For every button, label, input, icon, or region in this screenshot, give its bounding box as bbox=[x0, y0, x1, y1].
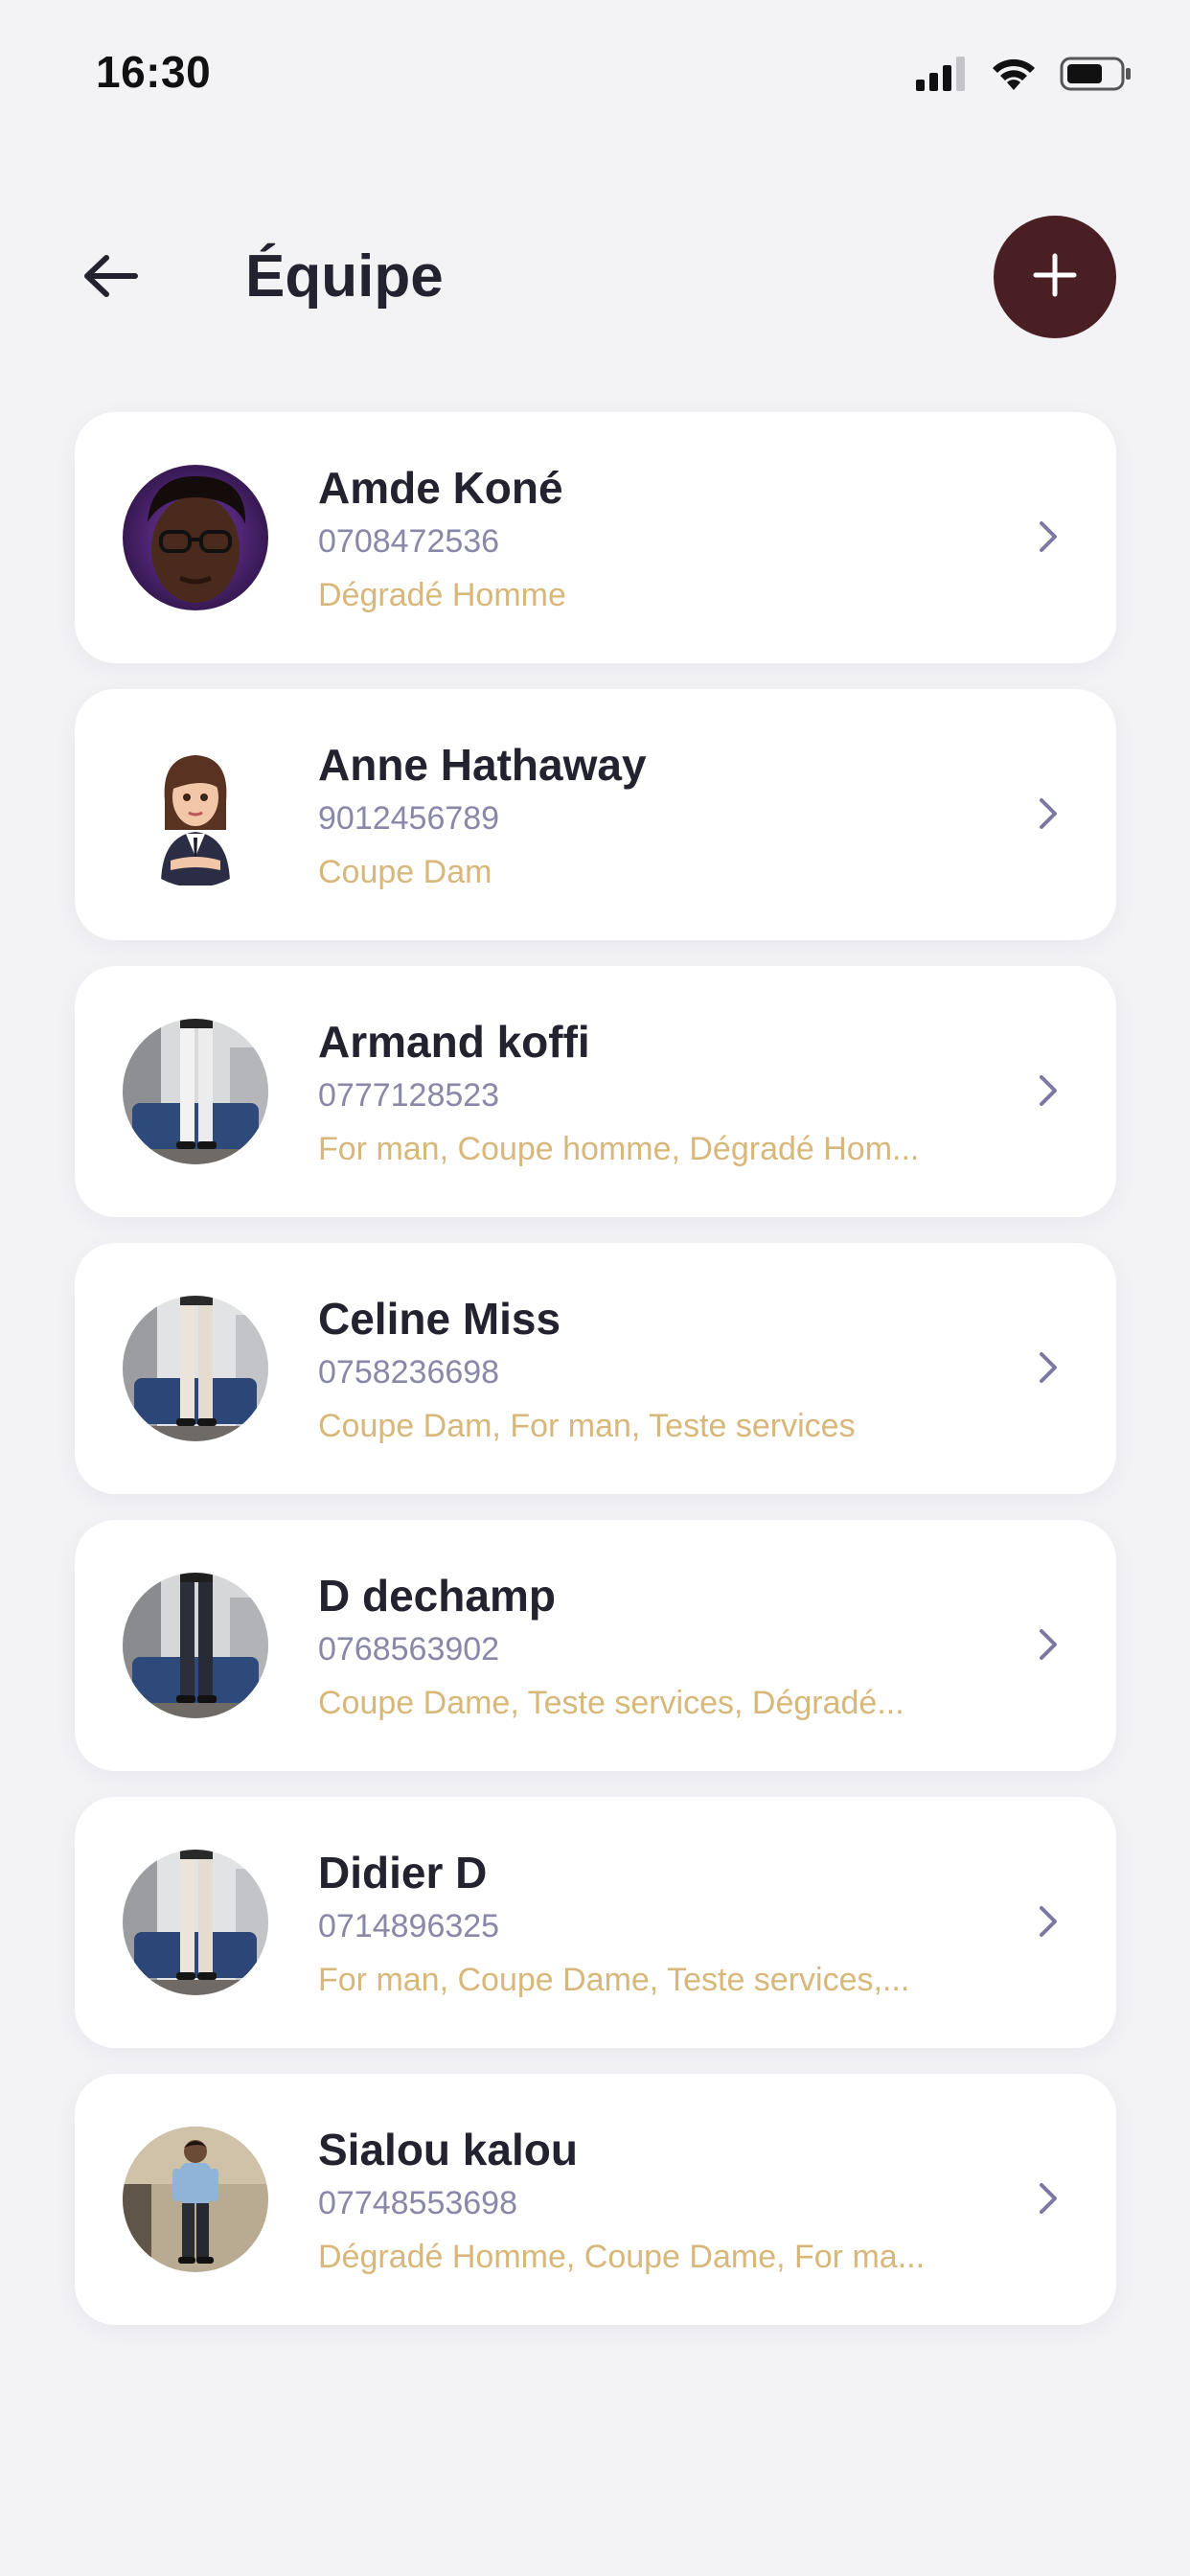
member-phone: 0768563902 bbox=[318, 1631, 500, 1668]
battery-icon bbox=[1060, 56, 1133, 97]
member-phone: 07748553698 bbox=[318, 2185, 518, 2221]
member-services: Coupe Dam, For man, Teste services bbox=[318, 1408, 856, 1444]
member-services: Coupe Dame, Teste services, Dégradé... bbox=[318, 1685, 904, 1721]
back-button[interactable] bbox=[75, 242, 146, 313]
arrow-left-icon bbox=[81, 252, 139, 305]
member-phone: 0708472536 bbox=[318, 523, 500, 560]
avatar bbox=[123, 465, 268, 610]
team-member-card[interactable]: Celine Miss 0758236698 Coupe Dam, For ma… bbox=[75, 1243, 1116, 1494]
team-member-card[interactable]: Amde Koné 0708472536 Dégradé Homme bbox=[75, 412, 1116, 663]
member-services: For man, Coupe homme, Dégradé Hom... bbox=[318, 1131, 920, 1167]
member-phone: 0714896325 bbox=[318, 1908, 500, 1944]
plus-icon bbox=[1033, 253, 1077, 302]
team-list: Amde Koné 0708472536 Dégradé Homme Anne … bbox=[75, 412, 1116, 2351]
page-title: Équipe bbox=[245, 243, 444, 310]
chevron-right-icon bbox=[1028, 1902, 1066, 1941]
avatar bbox=[123, 742, 268, 887]
member-name: Anne Hathaway bbox=[318, 740, 647, 790]
status-bar: 16:30 bbox=[0, 0, 1190, 153]
chevron-right-icon bbox=[1028, 1071, 1066, 1110]
chevron-right-icon bbox=[1028, 1625, 1066, 1664]
add-member-button[interactable] bbox=[994, 216, 1116, 338]
member-name: D dechamp bbox=[318, 1571, 556, 1621]
member-name: Armand koffi bbox=[318, 1017, 590, 1067]
member-services: Dégradé Homme, Coupe Dame, For ma... bbox=[318, 2239, 926, 2275]
member-services: Coupe Dam bbox=[318, 854, 492, 890]
avatar bbox=[123, 1850, 268, 1995]
chevron-right-icon bbox=[1028, 518, 1066, 556]
signal-icon bbox=[916, 57, 968, 96]
avatar bbox=[123, 1296, 268, 1441]
member-services: Dégradé Homme bbox=[318, 577, 566, 613]
member-phone: 0758236698 bbox=[318, 1354, 500, 1391]
team-member-card[interactable]: D dechamp 0768563902 Coupe Dame, Teste s… bbox=[75, 1520, 1116, 1771]
team-member-card[interactable]: Armand koffi 0777128523 For man, Coupe h… bbox=[75, 966, 1116, 1217]
team-member-card[interactable]: Anne Hathaway 9012456789 Coupe Dam bbox=[75, 689, 1116, 940]
wifi-icon bbox=[989, 56, 1039, 97]
member-name: Sialou kalou bbox=[318, 2125, 578, 2174]
member-name: Didier D bbox=[318, 1848, 488, 1898]
member-services: For man, Coupe Dame, Teste services,... bbox=[318, 1962, 910, 1998]
avatar bbox=[123, 2127, 268, 2272]
chevron-right-icon bbox=[1028, 1348, 1066, 1387]
chevron-right-icon bbox=[1028, 794, 1066, 833]
member-phone: 0777128523 bbox=[318, 1077, 500, 1114]
avatar bbox=[123, 1573, 268, 1718]
status-icons bbox=[916, 56, 1133, 97]
team-member-card[interactable]: Sialou kalou 07748553698 Dégradé Homme, … bbox=[75, 2074, 1116, 2325]
member-name: Amde Koné bbox=[318, 463, 563, 513]
avatar bbox=[123, 1019, 268, 1164]
header: Équipe bbox=[0, 216, 1190, 340]
team-member-card[interactable]: Didier D 0714896325 For man, Coupe Dame,… bbox=[75, 1797, 1116, 2048]
member-name: Celine Miss bbox=[318, 1294, 561, 1344]
status-time: 16:30 bbox=[96, 47, 212, 97]
chevron-right-icon bbox=[1028, 2179, 1066, 2218]
member-phone: 9012456789 bbox=[318, 800, 500, 837]
